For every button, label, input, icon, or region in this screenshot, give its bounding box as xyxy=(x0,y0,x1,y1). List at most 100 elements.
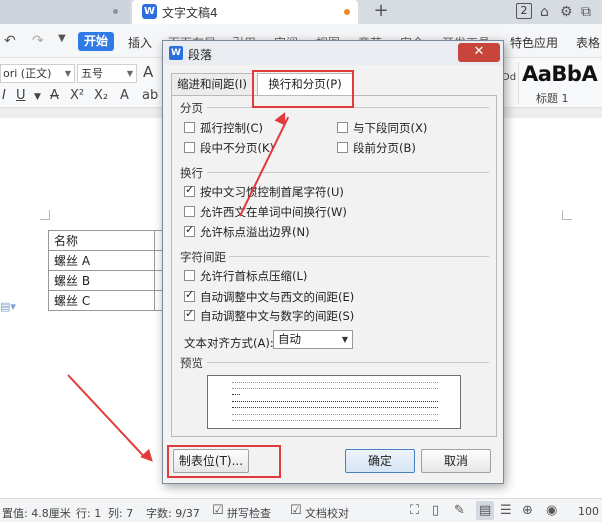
status-row: 行: 1 xyxy=(76,507,102,520)
unsaved-dot-icon xyxy=(344,9,350,15)
checkbox-box xyxy=(184,206,195,217)
checkbox-page-break-before[interactable]: 段前分页(B) xyxy=(337,140,416,156)
table-row: 名称 xyxy=(48,230,163,251)
eye-protection-icon[interactable]: ◉ xyxy=(546,503,557,518)
ok-button[interactable]: 确定 xyxy=(345,449,415,473)
status-wordcount[interactable]: 字数: 9/37 xyxy=(146,505,200,521)
paste-options-icon[interactable]: ▤▾ xyxy=(0,300,16,313)
checkbox-label: 孤行控制(C) xyxy=(200,121,264,135)
preview-line xyxy=(232,414,438,417)
group-label-preview: 预览 xyxy=(180,356,203,370)
checkbox-auto-space-cjk-latin[interactable]: 自动调整中文与西文的间距(E) xyxy=(184,288,354,305)
zoom-level[interactable]: 100 xyxy=(578,505,599,518)
checkbox-box xyxy=(184,223,195,237)
menu-table[interactable]: 表格 xyxy=(576,34,600,51)
table-cell[interactable]: 螺丝 C xyxy=(48,290,155,311)
table-cell[interactable]: 螺丝 A xyxy=(48,250,155,271)
checkbox-label: 允许西文在单词中间换行(W) xyxy=(200,205,347,219)
dialog-title-bar[interactable]: W 段落 ✕ xyxy=(163,41,503,65)
font-size-select[interactable]: 五号 ▼ xyxy=(77,64,137,83)
checkbox-chinese-line-break-rules[interactable]: 按中文习惯控制首尾字符(U) xyxy=(184,183,344,200)
menu-special-apps[interactable]: 特色应用 xyxy=(510,34,558,51)
strikethrough-icon[interactable]: A xyxy=(50,88,59,103)
menu-insert[interactable]: 插入 xyxy=(128,34,152,51)
edit-pen-icon[interactable]: ✎ xyxy=(454,503,465,518)
text-alignment-label: 文本对齐方式(A): xyxy=(184,336,274,350)
settings-icon[interactable]: ⚙ xyxy=(560,4,573,20)
style-previous-sample[interactable]: Dd xyxy=(502,72,516,83)
web-view-icon[interactable]: ⊕ xyxy=(522,503,533,518)
chevron-down-icon: ▼ xyxy=(341,335,348,344)
table-cell[interactable]: 名称 xyxy=(48,230,155,251)
new-tab-button[interactable]: + xyxy=(370,0,392,24)
read-mode-icon[interactable]: ▯ xyxy=(432,503,439,518)
checkbox-label: 段中不分页(K) xyxy=(200,141,275,155)
status-bar: 置值: 4.8厘米 行: 1 列: 7 字数: 9/37 ☑ 拼写检查 ☑ 文档… xyxy=(0,498,602,522)
checkbox-auto-space-cjk-digits[interactable]: 自动调整中文与数字的间距(S) xyxy=(184,307,354,324)
paragraph-preview xyxy=(207,375,461,429)
status-doc-check[interactable]: 文档校对 xyxy=(305,505,349,521)
underline-icon[interactable]: U xyxy=(16,88,26,103)
spellcheck-icon: ☑ xyxy=(212,503,224,518)
close-icon[interactable]: ✕ xyxy=(458,43,500,62)
subscript-icon[interactable]: X₂ xyxy=(94,88,108,103)
text-alignment-value: 自动 xyxy=(278,332,301,346)
chevron-down-icon: ▼ xyxy=(126,69,133,78)
grow-font-icon[interactable]: A xyxy=(143,63,153,81)
checkbox-allow-punctuation-overflow[interactable]: 允许标点溢出边界(N) xyxy=(184,223,310,240)
checkbox-widow-control[interactable]: 孤行控制(C) xyxy=(184,120,263,136)
checkbox-label: 按中文习惯控制首尾字符(U) xyxy=(200,185,344,199)
fullscreen-icon[interactable]: ⛶ xyxy=(410,503,419,518)
preview-line xyxy=(232,401,438,404)
table-row: 螺丝 B xyxy=(48,270,163,291)
underline-dropdown-icon[interactable]: ▼ xyxy=(34,92,41,102)
group-divider xyxy=(207,172,489,173)
group-label-pagination: 分页 xyxy=(180,101,203,115)
table-cell[interactable]: 螺丝 B xyxy=(48,270,155,291)
heading1-style-sample[interactable]: AaBbA xyxy=(522,62,598,86)
clear-format-icon[interactable]: A xyxy=(120,88,129,103)
document-table[interactable]: 名称 螺丝 A 螺丝 B 螺丝 C xyxy=(48,230,163,311)
group-divider xyxy=(207,362,489,363)
quick-access-dropdown-icon[interactable]: ▼ xyxy=(58,33,66,44)
status-column: 列: 7 xyxy=(108,507,134,520)
page-view-icon[interactable]: ▤ xyxy=(479,503,491,518)
highlight-icon[interactable]: ab xyxy=(142,88,158,103)
status-position: 置值: 4.8厘米 xyxy=(2,507,71,520)
writer-logo-icon: W xyxy=(169,46,183,60)
undo-icon[interactable]: ↶ xyxy=(4,33,16,49)
menu-start[interactable]: 开始 xyxy=(78,32,114,51)
tab-current-document[interactable]: W 文字文稿4 xyxy=(132,0,358,24)
tab-previous-document[interactable] xyxy=(0,0,130,24)
group-label-line-break: 换行 xyxy=(180,166,203,180)
annotation-highlight-tab xyxy=(252,70,354,108)
window-icon[interactable]: ⧉ xyxy=(581,4,591,20)
checkbox-keep-with-next[interactable]: 与下段同页(X) xyxy=(337,120,427,136)
table-row: 螺丝 A xyxy=(48,250,163,271)
outline-view-icon[interactable]: ☰ xyxy=(500,503,512,518)
document-tab-title: 文字文稿4 xyxy=(162,6,218,20)
italic-icon[interactable]: I xyxy=(2,88,6,103)
writer-logo-icon: W xyxy=(142,4,157,19)
checkbox-keep-lines-together[interactable]: 段中不分页(K) xyxy=(184,140,274,156)
window-count-badge[interactable]: 2 xyxy=(516,3,532,19)
page-margin-corner xyxy=(40,210,50,220)
preview-line xyxy=(232,394,240,397)
heading1-style-label: 标题 1 xyxy=(536,92,569,105)
checkbox-box xyxy=(337,122,348,133)
redo-icon[interactable]: ↷ xyxy=(32,33,44,49)
checkbox-label: 允许行首标点压缩(L) xyxy=(200,269,308,283)
title-tab-bar: W 文字文稿4 + 2 ⌂ ⚙ ⧉ xyxy=(0,0,602,24)
text-alignment-select[interactable]: 自动 ▼ xyxy=(273,330,353,349)
font-name-select[interactable]: ori (正文) ▼ xyxy=(0,64,75,83)
skin-icon[interactable]: ⌂ xyxy=(540,4,549,20)
tab-indent-spacing[interactable]: 缩进和间距(I) xyxy=(171,73,253,95)
doc-check-icon: ☑ xyxy=(290,503,302,518)
status-spellcheck[interactable]: 拼写检查 xyxy=(227,505,271,521)
checkbox-box xyxy=(184,122,195,133)
table-row: 螺丝 C xyxy=(48,290,163,311)
superscript-icon[interactable]: X² xyxy=(70,88,84,103)
checkbox-allow-word-break[interactable]: 允许西文在单词中间换行(W) xyxy=(184,204,347,220)
cancel-button[interactable]: 取消 xyxy=(421,449,491,473)
checkbox-compress-leading-punctuation[interactable]: 允许行首标点压缩(L) xyxy=(184,268,307,284)
